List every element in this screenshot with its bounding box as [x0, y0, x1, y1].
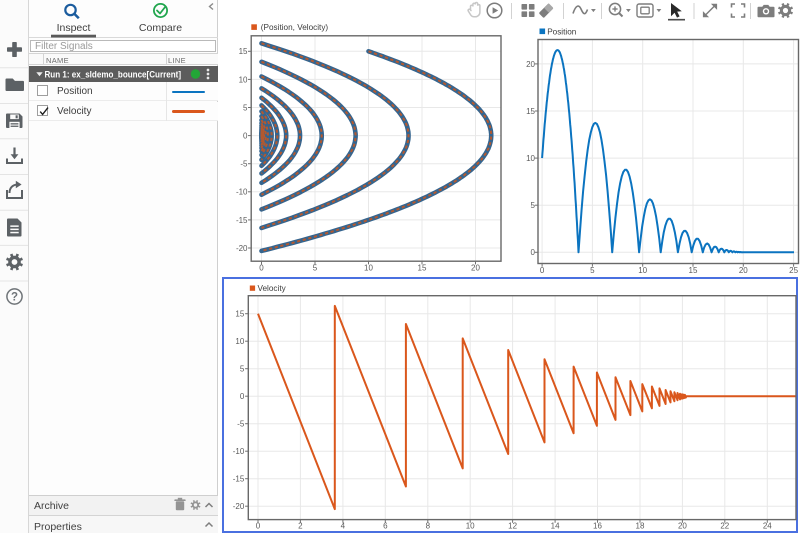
- svg-text:5: 5: [531, 201, 536, 210]
- svg-text:6: 6: [383, 522, 388, 531]
- svg-text:15: 15: [235, 310, 244, 319]
- svg-text:10: 10: [235, 337, 244, 346]
- svg-text:-20: -20: [233, 502, 245, 511]
- svg-text:0: 0: [540, 266, 545, 275]
- svg-text:5: 5: [240, 365, 245, 374]
- svg-text:10: 10: [364, 264, 373, 273]
- svg-text:10: 10: [526, 154, 535, 163]
- svg-text:Velocity: Velocity: [258, 284, 287, 293]
- svg-text:0: 0: [259, 264, 264, 273]
- svg-text:18: 18: [636, 522, 645, 531]
- svg-text:15: 15: [239, 47, 248, 56]
- svg-text:4: 4: [341, 522, 346, 531]
- svg-text:10: 10: [239, 75, 248, 84]
- svg-text:10: 10: [638, 266, 647, 275]
- svg-text:-10: -10: [233, 447, 245, 456]
- svg-text:-5: -5: [240, 160, 248, 169]
- svg-text:0: 0: [243, 132, 248, 141]
- svg-text:0: 0: [531, 248, 536, 257]
- svg-text:Position: Position: [547, 27, 577, 36]
- svg-text:-15: -15: [233, 475, 245, 484]
- svg-text:14: 14: [551, 522, 560, 531]
- svg-text:-20: -20: [236, 244, 248, 253]
- svg-text:25: 25: [789, 266, 798, 275]
- svg-text:5: 5: [590, 266, 595, 275]
- svg-text:8: 8: [426, 522, 431, 531]
- svg-text:2: 2: [298, 522, 303, 531]
- svg-text:0: 0: [256, 522, 261, 531]
- svg-text:15: 15: [526, 107, 535, 116]
- svg-text:15: 15: [689, 266, 698, 275]
- svg-text:5: 5: [243, 103, 248, 112]
- svg-text:24: 24: [763, 522, 772, 531]
- svg-text:0: 0: [240, 392, 245, 401]
- svg-text:16: 16: [593, 522, 602, 531]
- svg-text:Inspect: Inspect: [57, 22, 91, 34]
- svg-text:20: 20: [471, 264, 480, 273]
- svg-text:-10: -10: [236, 188, 248, 197]
- svg-text:20: 20: [678, 522, 687, 531]
- svg-text:(Position, Velocity): (Position, Velocity): [261, 23, 329, 32]
- svg-text:Compare: Compare: [139, 22, 182, 34]
- svg-text:20: 20: [526, 60, 535, 69]
- svg-text:12: 12: [508, 522, 517, 531]
- svg-text:-15: -15: [236, 216, 248, 225]
- svg-text:10: 10: [466, 522, 475, 531]
- svg-text:15: 15: [418, 264, 427, 273]
- svg-text:?: ?: [11, 292, 18, 304]
- svg-text:22: 22: [720, 522, 729, 531]
- svg-text:20: 20: [739, 266, 748, 275]
- svg-text:Run 1: ex_sldemo_bounce[Curren: Run 1: ex_sldemo_bounce[Current]: [44, 68, 181, 79]
- svg-text:-5: -5: [237, 420, 245, 429]
- svg-text:5: 5: [313, 264, 318, 273]
